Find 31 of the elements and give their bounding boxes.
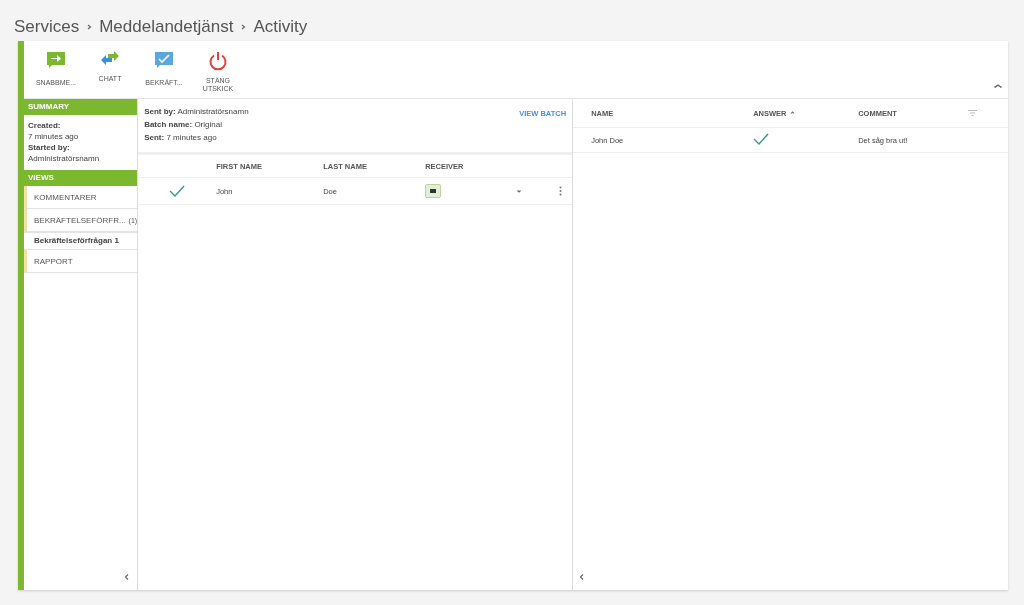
chevron-icon — [239, 22, 248, 31]
field-value: Administratörsnamn — [28, 153, 101, 164]
message-chip-icon — [425, 184, 442, 198]
field-label: Started by: — [28, 143, 70, 152]
collapse-icon[interactable] — [992, 82, 1004, 90]
sort-icon — [788, 108, 796, 116]
exchange-arrows-icon — [100, 51, 120, 65]
more-icon[interactable] — [559, 186, 563, 196]
section-header: SUMMARY — [24, 99, 138, 115]
field-label: Batch name: — [144, 120, 193, 129]
breadcrumb-link[interactable]: Activity — [253, 16, 308, 37]
chevron-icon — [85, 22, 94, 31]
view-label: KOMMENTARER — [34, 192, 97, 202]
view-label: BEKRÄFTELSEFÖRFR... — [34, 215, 126, 225]
section-header: VIEWS — [24, 170, 138, 186]
view-label: RAPPORT — [34, 256, 73, 266]
field-value: 7 minutes ago — [28, 131, 80, 142]
view-item[interactable]: RAPPORT — [24, 250, 138, 273]
arrow-message-icon — [46, 51, 66, 69]
power-icon — [208, 51, 228, 71]
field-value: 7 minutes ago — [166, 133, 217, 142]
field-value: Administratörsnamn — [177, 107, 249, 116]
breadcrumb-link[interactable]: Services — [14, 16, 80, 37]
field-label: Sent by: — [144, 107, 176, 116]
checkmark-message-icon — [154, 51, 174, 69]
field-label: Sent: — [144, 133, 165, 142]
view-item[interactable]: KOMMENTARER — [24, 186, 138, 209]
dropdown-icon[interactable] — [515, 187, 524, 195]
field-value: Original — [194, 120, 222, 129]
field-label: Created: — [28, 121, 61, 130]
breadcrumb-link[interactable]: Meddelandetjänst — [99, 16, 234, 37]
